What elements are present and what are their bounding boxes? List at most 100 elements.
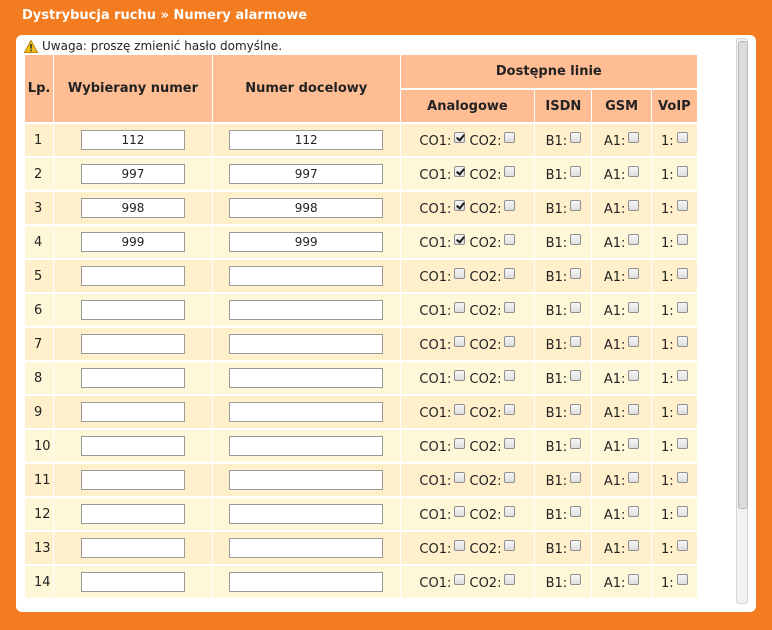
co2-checkbox[interactable] xyxy=(504,267,516,279)
dialed-number-input[interactable] xyxy=(80,470,185,490)
voip1-checkbox[interactable] xyxy=(676,505,688,517)
dialed-number-input[interactable] xyxy=(80,572,185,592)
voip1-checkbox[interactable] xyxy=(676,437,688,449)
a1-checkbox[interactable] xyxy=(628,233,640,245)
target-number-input[interactable] xyxy=(229,572,384,592)
target-number-input[interactable] xyxy=(229,504,384,524)
dialed-number-input[interactable] xyxy=(80,266,185,286)
a1-checkbox[interactable] xyxy=(628,539,640,551)
voip1-checkbox[interactable] xyxy=(676,573,688,585)
b1-checkbox[interactable] xyxy=(570,233,582,245)
b1-checkbox[interactable] xyxy=(570,165,582,177)
co2-checkbox[interactable] xyxy=(504,437,516,449)
co2-checkbox[interactable] xyxy=(504,471,516,483)
co1-checkbox[interactable] xyxy=(454,403,466,415)
b1-checkbox[interactable] xyxy=(570,335,582,347)
target-number-input[interactable] xyxy=(229,266,384,286)
a1-checkbox[interactable] xyxy=(628,199,640,211)
voip1-checkbox[interactable] xyxy=(676,199,688,211)
b1-checkbox[interactable] xyxy=(570,437,582,449)
a1-checkbox[interactable] xyxy=(628,505,640,517)
target-number-input[interactable] xyxy=(229,300,384,320)
b1-checkbox[interactable] xyxy=(570,403,582,415)
target-number-input[interactable] xyxy=(229,538,384,558)
dialed-number-input[interactable] xyxy=(80,504,185,524)
co2-checkbox[interactable] xyxy=(504,539,516,551)
co1-checkbox[interactable] xyxy=(454,335,466,347)
voip1-checkbox[interactable] xyxy=(676,131,688,143)
a1-checkbox[interactable] xyxy=(628,437,640,449)
co1-checkbox[interactable] xyxy=(454,233,466,245)
target-number-input[interactable] xyxy=(229,470,384,490)
vertical-scrollbar[interactable] xyxy=(736,38,748,604)
target-number-input[interactable]: 998 xyxy=(229,198,384,218)
b1-checkbox[interactable] xyxy=(570,369,582,381)
co2-checkbox[interactable] xyxy=(504,335,516,347)
dialed-number-input[interactable] xyxy=(80,538,185,558)
a1-checkbox[interactable] xyxy=(628,267,640,279)
b1-checkbox[interactable] xyxy=(570,131,582,143)
dialed-number-input[interactable] xyxy=(80,334,185,354)
co2-checkbox[interactable] xyxy=(504,573,516,585)
b1-checkbox[interactable] xyxy=(570,199,582,211)
co2-checkbox[interactable] xyxy=(504,505,516,517)
co1-checkbox[interactable] xyxy=(454,267,466,279)
voip1-checkbox[interactable] xyxy=(676,403,688,415)
voip1-checkbox[interactable] xyxy=(676,267,688,279)
co2-checkbox[interactable] xyxy=(504,199,516,211)
dialed-number-input[interactable] xyxy=(80,436,185,456)
dialed-number-input[interactable] xyxy=(80,368,185,388)
co1-checkbox[interactable] xyxy=(454,369,466,381)
scrollbar-thumb[interactable] xyxy=(738,41,748,509)
target-number-input[interactable] xyxy=(229,402,384,422)
target-number-input[interactable]: 112 xyxy=(229,130,384,150)
voip1-checkbox[interactable] xyxy=(676,471,688,483)
co2-checkbox[interactable] xyxy=(504,233,516,245)
b1-checkbox[interactable] xyxy=(570,505,582,517)
dialed-number-input[interactable]: 112 xyxy=(80,130,185,150)
voip1-checkbox[interactable] xyxy=(676,165,688,177)
co2-checkbox[interactable] xyxy=(504,403,516,415)
b1-checkbox[interactable] xyxy=(570,471,582,483)
a1-checkbox[interactable] xyxy=(628,335,640,347)
co1-checkbox[interactable] xyxy=(454,573,466,585)
target-number-input[interactable]: 999 xyxy=(229,232,384,252)
co2-checkbox[interactable] xyxy=(504,165,516,177)
dialed-number-input[interactable] xyxy=(80,300,185,320)
co2-checkbox[interactable] xyxy=(504,301,516,313)
target-number-input[interactable] xyxy=(229,436,384,456)
voip1-checkbox[interactable] xyxy=(676,301,688,313)
co2-checkbox[interactable] xyxy=(504,369,516,381)
a1-checkbox[interactable] xyxy=(628,131,640,143)
target-number-input[interactable]: 997 xyxy=(229,164,384,184)
dialed-number-input[interactable] xyxy=(80,402,185,422)
co1-checkbox[interactable] xyxy=(454,471,466,483)
co1-checkbox[interactable] xyxy=(454,131,466,143)
a1-checkbox[interactable] xyxy=(628,471,640,483)
a1-checkbox[interactable] xyxy=(628,301,640,313)
b1-checkbox[interactable] xyxy=(570,539,582,551)
a1-checkbox[interactable] xyxy=(628,165,640,177)
voip1-checkbox[interactable] xyxy=(676,233,688,245)
co1-checkbox[interactable] xyxy=(454,539,466,551)
dialed-number-input[interactable]: 999 xyxy=(80,232,185,252)
a1-checkbox[interactable] xyxy=(628,573,640,585)
co1-checkbox[interactable] xyxy=(454,199,466,211)
co1-checkbox[interactable] xyxy=(454,165,466,177)
co1-checkbox[interactable] xyxy=(454,301,466,313)
b1-checkbox[interactable] xyxy=(570,267,582,279)
target-number-input[interactable] xyxy=(229,368,384,388)
b1-checkbox[interactable] xyxy=(570,573,582,585)
co2-checkbox[interactable] xyxy=(504,131,516,143)
dialed-number-input[interactable]: 998 xyxy=(80,198,185,218)
dialed-number-input[interactable]: 997 xyxy=(80,164,185,184)
a1-checkbox[interactable] xyxy=(628,369,640,381)
target-number-input[interactable] xyxy=(229,334,384,354)
voip1-checkbox[interactable] xyxy=(676,335,688,347)
b1-checkbox[interactable] xyxy=(570,301,582,313)
a1-checkbox[interactable] xyxy=(628,403,640,415)
co1-checkbox[interactable] xyxy=(454,437,466,449)
co1-checkbox[interactable] xyxy=(454,505,466,517)
voip1-checkbox[interactable] xyxy=(676,369,688,381)
voip1-checkbox[interactable] xyxy=(676,539,688,551)
